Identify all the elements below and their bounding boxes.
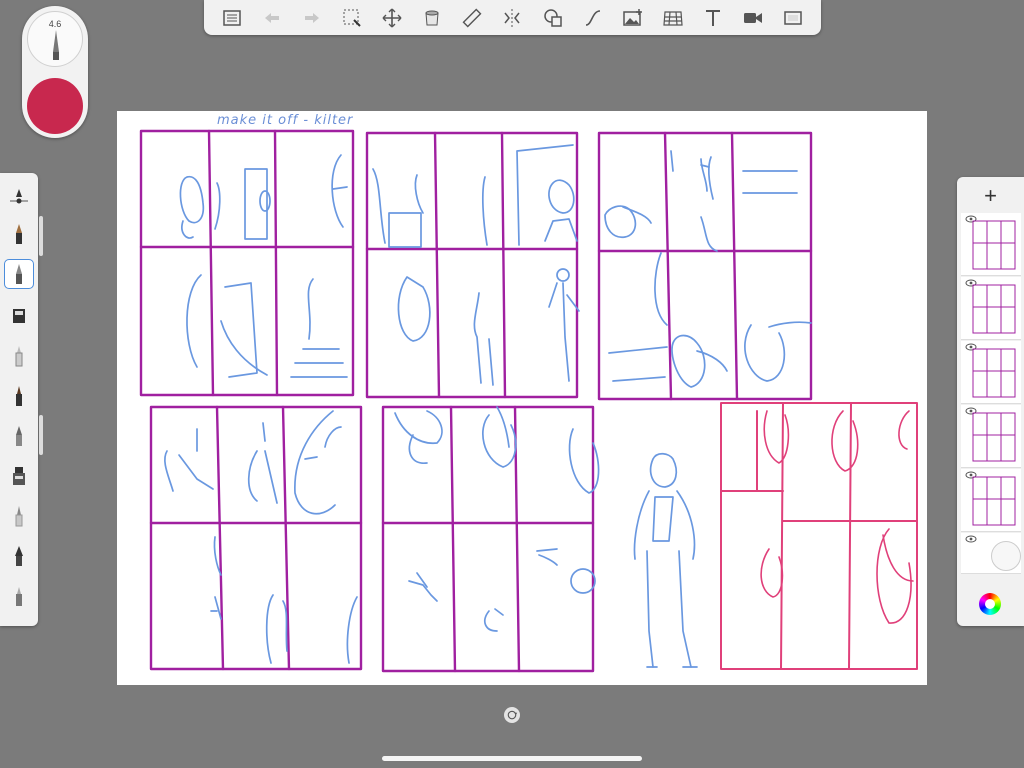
layer-thumbnail[interactable] (961, 277, 1021, 340)
color-wheel-icon[interactable] (979, 593, 1001, 615)
layer-preview (972, 476, 1016, 526)
undo-icon (265, 12, 280, 23)
video-camera-icon (743, 12, 762, 23)
layer-thumbnail[interactable] (961, 405, 1021, 468)
home-indicator[interactable] (382, 756, 642, 761)
video-button[interactable] (739, 4, 767, 32)
brush-marker[interactable] (4, 301, 34, 331)
selection-icon (343, 9, 361, 27)
brush-airbrush[interactable] (4, 341, 34, 371)
move-icon (382, 8, 402, 27)
background-layer[interactable] (961, 533, 1021, 574)
layer-thumbnail[interactable] (961, 341, 1021, 404)
image-icon (622, 8, 642, 26)
drawing-canvas[interactable]: make it off - kilter (117, 111, 927, 685)
layer-thumbnail[interactable] (961, 213, 1021, 276)
layers-list-button[interactable] (218, 4, 246, 32)
perspective-button[interactable] (659, 4, 687, 32)
undo-button[interactable] (258, 4, 286, 32)
airbrush-icon (15, 346, 23, 367)
brush-fineliner[interactable] (4, 501, 34, 531)
brush-panel (0, 173, 38, 626)
ink-bottle-icon (13, 467, 25, 485)
layer-preview (972, 220, 1016, 270)
insert-image-button[interactable] (619, 4, 647, 32)
rotate-icon (507, 710, 518, 720)
brush-felt-pen[interactable] (4, 421, 34, 451)
eye-icon[interactable] (965, 535, 977, 543)
shapes-icon (543, 8, 562, 27)
eraser-icon (16, 587, 22, 606)
felt-pen-icon (16, 426, 22, 446)
symmetry-icon (504, 8, 521, 27)
brush-ink-pen[interactable] (4, 259, 34, 289)
layer-preview (972, 348, 1016, 398)
brush-ink-bottle[interactable] (4, 461, 34, 491)
brush-settings-button[interactable] (4, 181, 34, 211)
brush-calligraphy[interactable] (4, 541, 34, 571)
pencil-icon (16, 224, 22, 244)
brush-puck: 4.6 (22, 6, 88, 138)
selection-button[interactable] (338, 4, 366, 32)
redo-button[interactable] (298, 4, 326, 32)
ruler-icon (462, 8, 482, 27)
brush-panel-grip[interactable] (39, 415, 43, 455)
pen-icon (16, 264, 22, 284)
fullscreen-icon (784, 10, 802, 25)
brush-size-value: 4.6 (48, 19, 62, 29)
paint-bucket-icon (425, 10, 439, 25)
text-icon (705, 9, 720, 26)
shapes-button[interactable] (539, 4, 567, 32)
brush-pencil[interactable] (4, 219, 34, 249)
brush-size-control[interactable]: 4.6 (27, 11, 83, 67)
fineliner-icon (15, 506, 23, 527)
brush-panel-grip[interactable] (39, 216, 43, 256)
main-toolbar (204, 0, 821, 35)
paintbrush-icon (16, 386, 22, 406)
redo-icon (305, 12, 320, 23)
background-color-swatch (991, 541, 1021, 571)
ruler-button[interactable] (458, 4, 486, 32)
curve-button[interactable] (579, 4, 607, 32)
layer-preview (972, 284, 1016, 334)
brush-settings-icon (10, 189, 28, 204)
transform-button[interactable] (378, 4, 406, 32)
perspective-grid-icon (663, 10, 683, 26)
fullscreen-button[interactable] (779, 4, 807, 32)
current-color-swatch[interactable] (27, 78, 83, 134)
calligraphy-pen-icon (15, 546, 23, 566)
add-layer-button[interactable]: + (957, 181, 1024, 211)
canvas-rotate-handle[interactable] (504, 707, 520, 723)
brush-paintbrush[interactable] (4, 381, 34, 411)
brush-eraser[interactable] (4, 581, 34, 611)
sketch-artwork (139, 129, 918, 673)
marker-icon (13, 309, 25, 323)
layer-preview (972, 412, 1016, 462)
list-icon (223, 9, 241, 26)
layer-thumbnail[interactable] (961, 469, 1021, 532)
layers-panel: + (957, 177, 1024, 626)
fill-button[interactable] (418, 4, 446, 32)
text-button[interactable] (699, 4, 727, 32)
symmetry-button[interactable] (498, 4, 526, 32)
curve-icon (585, 9, 600, 26)
